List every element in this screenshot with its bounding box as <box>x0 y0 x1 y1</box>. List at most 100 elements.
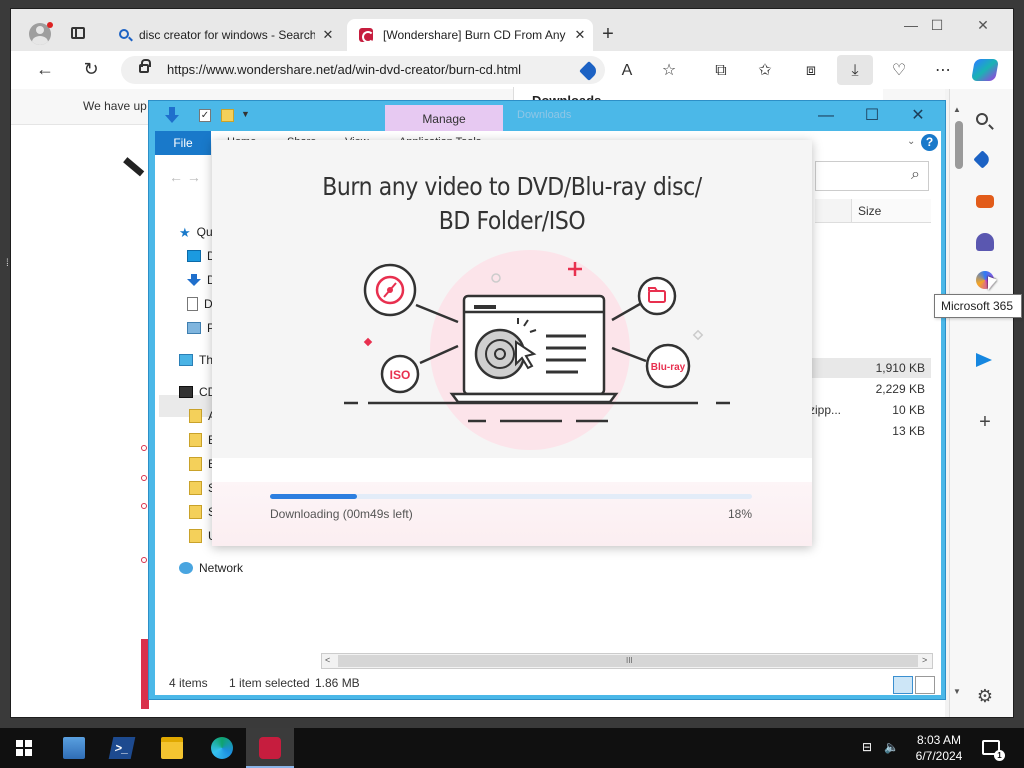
sidebar-games-icon[interactable] <box>976 233 994 251</box>
explorer-maximize-button[interactable]: ☐ <box>849 101 895 131</box>
sidebar-drop-icon[interactable] <box>976 353 992 367</box>
explorer-title-bar[interactable]: ✓ ▼ Manage Downloads — ☐ ✕ <box>149 101 945 131</box>
sidebar-shopping-icon[interactable] <box>973 150 992 169</box>
wondershare-favicon-icon <box>359 28 374 43</box>
network-tray-icon[interactable]: ⊟ <box>862 740 878 754</box>
more-menu-icon[interactable]: ⋯ <box>933 61 953 81</box>
headline-line-2: BD Folder/ISO <box>438 206 586 235</box>
explorer-window-title: Downloads <box>517 109 572 121</box>
favorite-star-icon[interactable]: ☆ <box>659 61 679 81</box>
powershell-icon: >_ <box>108 737 136 759</box>
shopping-tag-icon[interactable] <box>579 61 599 81</box>
explorer-close-button[interactable]: ✕ <box>895 101 941 131</box>
doc-icon <box>187 297 198 311</box>
list-bullet <box>141 557 147 563</box>
scroll-grip-icon: III <box>626 656 633 665</box>
scroll-right-arrow[interactable]: > <box>922 655 927 665</box>
quick-access-properties-icon[interactable]: ✓ <box>199 109 211 122</box>
bluray-bubble-icon: Blu-ray <box>645 343 691 389</box>
file-size-cell: 10 KB <box>892 403 925 417</box>
profile-notification-dot <box>47 22 53 28</box>
taskbar-edge[interactable] <box>198 728 246 768</box>
scroll-down-arrow[interactable]: ▼ <box>953 687 961 696</box>
sidebar-search-icon[interactable] <box>976 113 988 125</box>
column-header-blank <box>815 199 851 223</box>
folder-icon <box>189 433 202 447</box>
tree-item[interactable]: CD <box>179 385 216 399</box>
horizontal-scrollbar[interactable]: < III > <box>321 653 933 669</box>
quick-access-dropdown-icon[interactable]: ▼ <box>241 109 250 119</box>
taskbar-file-explorer[interactable] <box>148 728 196 768</box>
split-screen-icon[interactable]: ⧉ <box>711 61 731 81</box>
browser-toolbar: ← ↻ https://www.wondershare.net/ad/win-d… <box>11 51 1013 89</box>
taskbar-server-manager[interactable] <box>50 728 98 768</box>
folder-icon <box>189 409 202 423</box>
file-name-fragment[interactable]: zipp... <box>809 403 841 417</box>
tab-manage[interactable]: Manage <box>385 105 503 131</box>
status-item-count: 4 items <box>169 676 208 690</box>
download-progress-fill <box>270 494 357 499</box>
read-aloud-icon[interactable]: A <box>617 61 637 81</box>
tab-file[interactable]: File <box>155 131 211 155</box>
address-bar[interactable]: https://www.wondershare.net/ad/win-dvd-c… <box>121 56 605 84</box>
tab-title: disc creator for windows - Search <box>139 28 315 42</box>
scroll-left-arrow[interactable]: < <box>325 655 330 665</box>
close-tab-icon[interactable]: ✕ <box>315 27 341 43</box>
explorer-search-box[interactable] <box>815 161 929 191</box>
close-tab-icon[interactable]: ✕ <box>567 27 593 43</box>
windows-logo-icon <box>16 740 32 756</box>
ribbon-expand-icon[interactable]: ⌄ <box>907 136 915 147</box>
sidebar-add-icon[interactable]: + <box>976 412 994 432</box>
quick-access-new-folder-icon[interactable] <box>221 109 234 122</box>
tree-item[interactable]: D <box>187 297 213 311</box>
download-icon[interactable]: ⤓ <box>845 61 865 81</box>
tree-item[interactable]: Th <box>179 353 213 367</box>
tab-wondershare[interactable]: [Wondershare] Burn CD From Any ✕ <box>347 19 593 51</box>
laptop-icon <box>449 294 619 404</box>
disc-bubble-icon <box>363 263 417 317</box>
copilot-icon[interactable] <box>971 59 999 81</box>
download-progress-bar <box>270 494 752 499</box>
tree-item[interactable]: Network <box>179 561 243 575</box>
new-tab-button[interactable]: + <box>597 23 619 46</box>
browser-maximize-button[interactable]: ☐ <box>927 17 947 34</box>
volume-muted-icon[interactable]: 🔈 <box>884 740 900 754</box>
sidebar-tools-icon[interactable] <box>976 195 994 208</box>
collections-icon[interactable]: ⧈ <box>801 61 821 81</box>
start-button[interactable] <box>0 728 48 768</box>
details-view-button[interactable] <box>893 676 913 694</box>
quick-access-download-icon[interactable] <box>165 107 179 123</box>
file-size-cell: 13 KB <box>892 424 925 438</box>
net-icon <box>179 562 193 574</box>
edge-sidebar: + ⚙ <box>949 89 1013 717</box>
back-button[interactable]: ← <box>33 59 57 80</box>
tree-item[interactable]: ★ Qu <box>179 225 213 239</box>
iso-badge-label: ISO <box>390 368 411 382</box>
favorites-icon[interactable]: ✩ <box>755 61 775 81</box>
scroll-up-arrow[interactable]: ▲ <box>953 105 961 114</box>
taskbar-powershell[interactable]: >_ <box>98 728 146 768</box>
taskbar-clock[interactable]: 8:03 AM 6/7/2024 <box>904 732 974 764</box>
browser-close-button[interactable]: ✕ <box>973 17 993 34</box>
column-header-size[interactable]: Size <box>851 199 931 223</box>
tab-actions-icon[interactable] <box>71 27 85 39</box>
taskbar-wondershare[interactable] <box>246 728 294 768</box>
download-status-text: Downloading (00m49s left) <box>270 507 413 521</box>
explorer-nav-arrows[interactable]: ← → <box>169 169 201 185</box>
down-icon <box>187 274 201 286</box>
large-icons-view-button[interactable] <box>915 676 935 694</box>
tab-search[interactable]: disc creator for windows - Search ✕ <box>107 19 341 51</box>
page-scrollbar-thumb[interactable] <box>955 121 963 169</box>
explorer-minimize-button[interactable]: — <box>803 101 849 131</box>
explorer-status-bar: 4 items 1 item selected 1.86 MB <box>155 671 941 695</box>
browser-minimize-button[interactable]: — <box>901 17 921 33</box>
folder-icon <box>189 457 202 471</box>
help-button[interactable]: ? <box>921 134 938 151</box>
clock-date: 6/7/2024 <box>915 749 963 763</box>
url-text: https://www.wondershare.net/ad/win-dvd-c… <box>167 62 522 77</box>
lock-icon[interactable] <box>139 59 151 73</box>
tree-item[interactable]: P <box>187 321 215 335</box>
refresh-button[interactable]: ↻ <box>79 59 103 80</box>
sidebar-settings-icon[interactable]: ⚙ <box>976 687 994 705</box>
browser-essentials-icon[interactable]: ♡ <box>889 61 909 81</box>
